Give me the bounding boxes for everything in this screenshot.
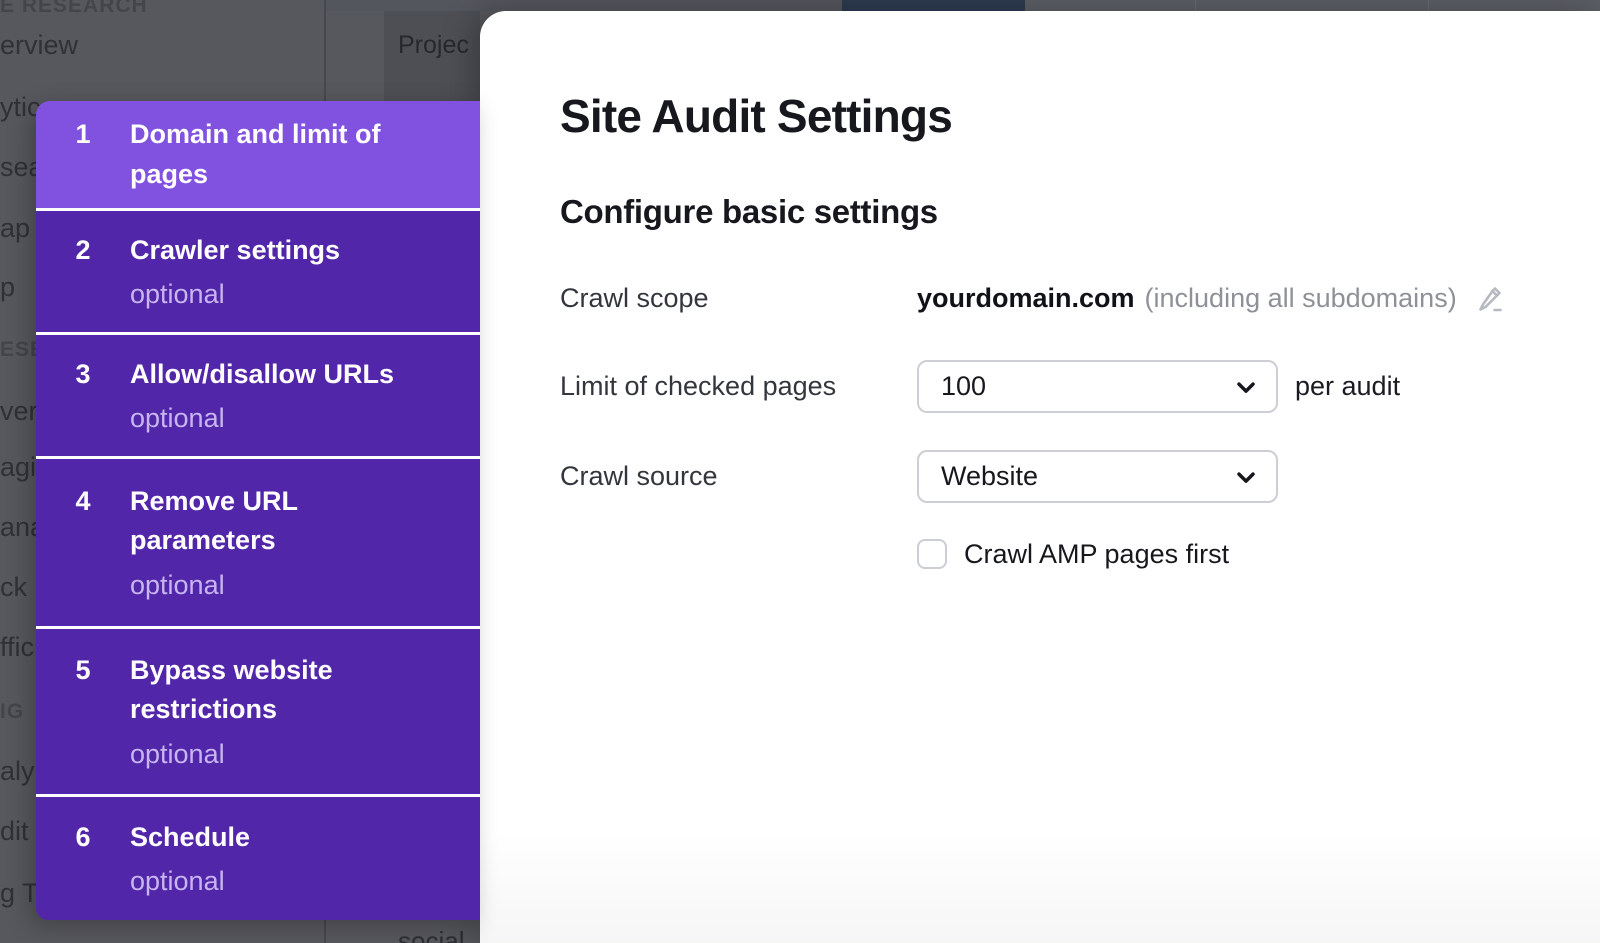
step-number: 2 <box>36 231 130 270</box>
modal-title: Site Audit Settings <box>560 89 952 143</box>
step-number: 6 <box>36 818 130 857</box>
stepper: 1Domain and limit of pages2Crawler setti… <box>36 101 480 920</box>
step-title: Allow/disallow URLs <box>130 355 440 394</box>
step-texts: Domain and limit of pages <box>130 115 440 193</box>
bg-bottom-text: social <box>398 926 464 943</box>
limit-row: Limit of checked pages 100 per audit <box>560 360 1400 413</box>
screen: Projec E RESEARCHerviewyticseaappESEvera… <box>0 0 1600 943</box>
limit-suffix: per audit <box>1295 371 1400 402</box>
site-audit-settings-modal: Site Audit Settings Configure basic sett… <box>480 11 1600 943</box>
step-optional-label: optional <box>130 864 440 899</box>
bg-projects-tab-label: Projec <box>398 31 469 60</box>
crawl-source-select-value: Website <box>941 461 1038 492</box>
crawl-scope-row: Crawl scope yourdomain.com (including al… <box>560 281 1505 315</box>
stepper-step-6[interactable]: 6Schedule optional <box>36 797 480 920</box>
bg-sidebar-fragment: ap <box>0 213 30 244</box>
step-title: Remove URL parameters <box>130 482 440 560</box>
bg-sidebar-fragment: agi <box>0 452 36 483</box>
crawl-source-select[interactable]: Website <box>917 450 1278 503</box>
crawl-scope-value: yourdomain.com (including all subdomains… <box>917 281 1505 315</box>
bg-sidebar-fragment: ver <box>0 396 38 427</box>
stepper-step-3[interactable]: 3Allow/disallow URLs optional <box>36 335 480 459</box>
bg-sidebar-divider <box>324 920 326 943</box>
chevron-down-icon <box>1232 373 1260 401</box>
step-optional-label: optional <box>130 401 440 436</box>
step-texts: Remove URL parameters optional <box>130 482 440 602</box>
step-texts: Schedule optional <box>130 818 440 899</box>
stepper-step-5[interactable]: 5Bypass website restrictions optional <box>36 629 480 797</box>
bg-top-nav-right <box>1025 0 1600 11</box>
bg-top-nav <box>324 0 1600 11</box>
step-texts: Bypass website restrictions optional <box>130 651 440 771</box>
crawl-source-row: Crawl source Website <box>560 450 1278 503</box>
stepper-step-2[interactable]: 2Crawler settings optional <box>36 211 480 335</box>
step-texts: Allow/disallow URLs optional <box>130 355 440 436</box>
stepper-step-content: 3Allow/disallow URLs optional <box>36 355 440 436</box>
step-title: Schedule <box>130 818 440 857</box>
step-number: 4 <box>36 482 130 521</box>
chevron-down-icon <box>1232 463 1260 491</box>
bg-sidebar-fragment: erview <box>0 30 78 61</box>
pencil-icon <box>1471 281 1505 315</box>
section-title: Configure basic settings <box>560 193 938 231</box>
step-texts: Crawler settings optional <box>130 231 440 312</box>
stepper-step-4[interactable]: 4Remove URL parameters optional <box>36 459 480 629</box>
bg-projects-tab: Projec <box>384 11 480 101</box>
stepper-step-content: 2Crawler settings optional <box>36 231 440 312</box>
limit-select-value: 100 <box>941 371 986 402</box>
step-number: 1 <box>36 115 130 154</box>
stepper-step-content: 1Domain and limit of pages <box>36 115 440 193</box>
stepper-step-content: 5Bypass website restrictions optional <box>36 651 440 771</box>
bg-top-nav-separator <box>1428 0 1429 11</box>
stepper-step-content: 4Remove URL parameters optional <box>36 482 440 602</box>
step-number: 3 <box>36 355 130 394</box>
bg-top-nav-active-tab <box>842 0 1025 11</box>
bg-sidebar-fragment: ytic <box>0 92 41 123</box>
bg-sidebar-divider <box>324 0 326 101</box>
step-number: 5 <box>36 651 130 690</box>
crawl-scope-note: (including all subdomains) <box>1145 283 1457 314</box>
step-optional-label: optional <box>130 737 440 772</box>
step-title: Bypass website restrictions <box>130 651 440 729</box>
bg-sidebar-fragment: dit <box>0 816 29 847</box>
bg-sidebar-fragment: ck <box>0 572 27 603</box>
step-title: Crawler settings <box>130 231 440 270</box>
amp-row: Crawl AMP pages first <box>917 539 1229 569</box>
bg-sidebar-fragment: E RESEARCH <box>0 0 148 18</box>
limit-label: Limit of checked pages <box>560 371 917 402</box>
crawl-amp-checkbox[interactable] <box>917 539 947 569</box>
step-title: Domain and limit of pages <box>130 115 440 193</box>
step-optional-label: optional <box>130 568 440 603</box>
bg-sidebar-fragment: p <box>0 272 15 303</box>
limit-select[interactable]: 100 <box>917 360 1278 413</box>
crawl-amp-label: Crawl AMP pages first <box>964 539 1229 570</box>
edit-crawl-scope-button[interactable] <box>1471 281 1505 315</box>
stepper-step-content: 6Schedule optional <box>36 818 440 899</box>
bg-sidebar-fragment: aly <box>0 756 35 787</box>
bg-top-nav-separator <box>1195 0 1196 11</box>
step-optional-label: optional <box>130 277 440 312</box>
bg-sidebar-fragment: IG <box>0 700 24 724</box>
bg-sidebar-fragment: ffic <box>0 632 34 663</box>
crawl-source-label: Crawl source <box>560 461 917 492</box>
crawl-scope-label: Crawl scope <box>560 283 917 314</box>
stepper-step-1[interactable]: 1Domain and limit of pages <box>36 101 480 211</box>
crawl-scope-domain: yourdomain.com <box>917 283 1135 314</box>
